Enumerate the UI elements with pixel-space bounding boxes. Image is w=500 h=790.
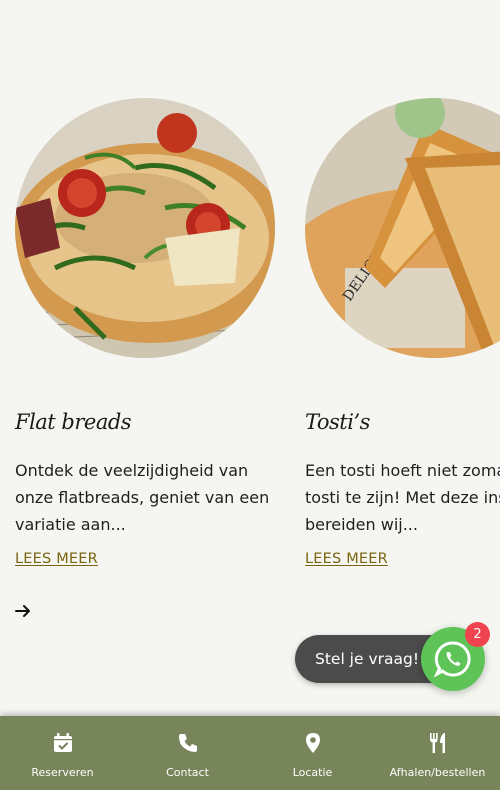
- read-more-link[interactable]: LEES MEER: [305, 551, 388, 567]
- nav-item-afhalen-bestellen[interactable]: Afhalen/bestellen: [375, 716, 500, 790]
- tosti-illustration: DELICI: [305, 98, 500, 358]
- nav-label: Reserveren: [31, 766, 94, 779]
- nav-item-reserveren[interactable]: Reserveren: [0, 716, 125, 790]
- nav-label: Afhalen/bestellen: [389, 766, 486, 779]
- flatbread-photo[interactable]: [15, 98, 275, 358]
- calendar-check-icon: [53, 733, 72, 752]
- fork-knife-icon: [429, 733, 445, 753]
- flatbread-illustration: [15, 98, 275, 358]
- card-description: Ontdek de veelzijdigheid van onze flatbr…: [15, 461, 270, 534]
- card-description-line: Een tosti hoeft niet zomaa: [305, 461, 500, 480]
- arrow-right-icon[interactable]: [15, 603, 31, 619]
- nav-item-locatie[interactable]: Locatie: [250, 716, 375, 790]
- page: Flat breads Ontdek de veelzijdigheid van…: [0, 0, 500, 790]
- nav-item-contact[interactable]: Contact: [125, 716, 250, 790]
- card-title: Tosti’s: [305, 410, 370, 434]
- map-pin-icon: [305, 733, 320, 753]
- nav-label: Contact: [166, 766, 209, 779]
- notification-badge: 2: [465, 622, 490, 647]
- card-title: Flat breads: [15, 410, 132, 434]
- phone-icon: [178, 734, 197, 752]
- card-description-line: bereiden wij...: [305, 515, 418, 534]
- nav-label: Locatie: [292, 766, 333, 779]
- bottom-nav: Reserveren Contact Locatie Afhalen/beste…: [0, 716, 500, 790]
- card-description: Een tosti hoeft niet zomaa tosti te zijn…: [305, 457, 500, 538]
- tosti-photo[interactable]: DELICI: [305, 98, 500, 358]
- read-more-link[interactable]: LEES MEER: [15, 551, 98, 567]
- whatsapp-icon: [433, 641, 471, 678]
- card-description-line: tosti te zijn! Met deze inste: [305, 488, 500, 507]
